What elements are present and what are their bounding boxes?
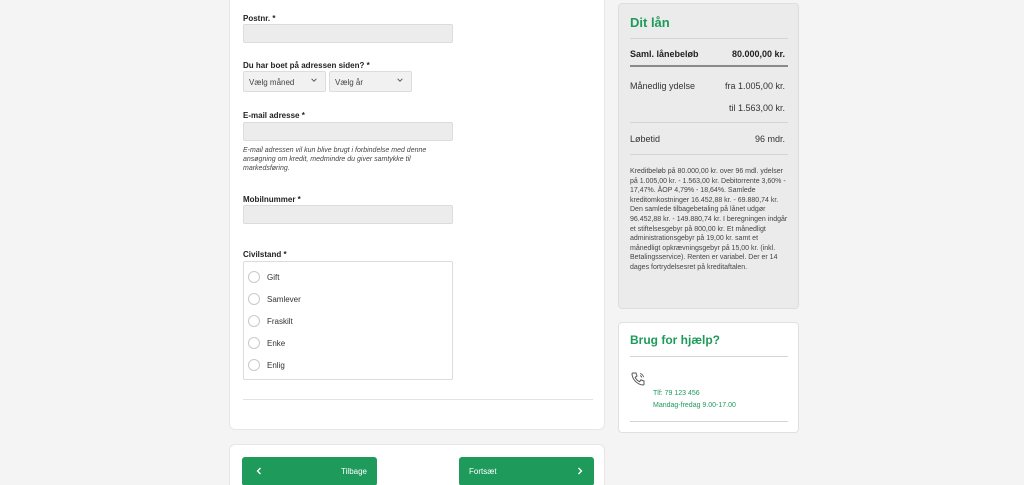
help-opening-hours: Mandag-fredag 9.00-17.00: [653, 402, 736, 409]
month-select[interactable]: Vælg måned: [243, 71, 326, 92]
help-title: Brug for hjælp?: [630, 333, 720, 347]
divider: [630, 421, 788, 422]
radio-option-enke[interactable]: Enke: [248, 336, 285, 350]
chevron-right-icon: [578, 467, 583, 475]
year-select[interactable]: Vælg år: [329, 71, 412, 92]
radio-option-label: Samlever: [267, 294, 301, 304]
help-card: Brug for hjælp? Tlf: 79 123 456 Mandag-f…: [618, 322, 799, 433]
legal-disclosure-text: Kreditbeløb på 80.000,00 kr. over 96 mdl…: [630, 168, 788, 271]
email-input[interactable]: [243, 122, 453, 141]
application-form-card: Postnr. * Du har boet på adressen siden?…: [229, 0, 605, 430]
chevron-left-icon: [256, 467, 261, 475]
mobile-label: Mobilnummer *: [243, 195, 301, 204]
email-label: E-mail adresse *: [243, 111, 305, 120]
form-divider: [243, 399, 593, 400]
monthly-payment-to: til 1.563,00 kr.: [728, 103, 785, 113]
year-select-value: Vælg år: [335, 78, 364, 87]
radio-option-gift[interactable]: Gift: [248, 270, 279, 284]
divider: [630, 38, 788, 39]
radio-option-fraskilt[interactable]: Fraskilt: [248, 314, 293, 328]
radio-circle[interactable]: [248, 271, 260, 283]
help-phone-link[interactable]: Tlf: 79 123 456: [653, 390, 700, 397]
month-select-value: Vælg måned: [249, 78, 295, 87]
term-value: 96 mdr.: [754, 134, 785, 144]
monthly-payment-label: Månedlig ydelse: [630, 81, 696, 91]
civil-status-label: Civilstand *: [243, 250, 287, 259]
radio-circle[interactable]: [248, 315, 260, 327]
chevron-down-icon: [397, 78, 403, 82]
navigation-card: Tilbage Fortsæt: [229, 444, 605, 485]
radio-option-label: Gift: [267, 272, 280, 282]
chevron-down-icon: [311, 78, 317, 82]
radio-circle[interactable]: [248, 359, 260, 371]
back-button-label: Tilbage: [341, 467, 367, 476]
continue-button[interactable]: Fortsæt: [459, 457, 594, 485]
radio-option-enlig[interactable]: Enlig: [248, 358, 285, 372]
postnr-label: Postnr. *: [243, 14, 276, 23]
total-amount-value: 80.000,00 kr.: [731, 49, 785, 59]
radio-circle[interactable]: [248, 337, 260, 349]
radio-option-label: Fraskilt: [267, 316, 293, 326]
phone-icon: [631, 372, 645, 386]
divider: [630, 154, 788, 155]
civil-status-group: Gift Samlever Fraskilt Enke Enlig: [243, 261, 453, 380]
back-button[interactable]: Tilbage: [242, 457, 377, 485]
continue-button-label: Fortsæt: [469, 467, 497, 476]
radio-option-label: Enke: [267, 338, 286, 348]
total-amount-label: Saml. lånebeløb: [630, 49, 699, 59]
term-label: Løbetid: [630, 134, 661, 144]
radio-option-samlever[interactable]: Samlever: [248, 292, 301, 306]
radio-option-label: Enlig: [267, 360, 285, 370]
address-since-label: Du har boet på adressen siden? *: [243, 61, 370, 70]
divider: [630, 356, 788, 357]
email-help-text: E-mail adressen vil kun blive brugt i fo…: [243, 147, 427, 172]
mobile-input[interactable]: [243, 205, 453, 224]
radio-circle[interactable]: [248, 293, 260, 305]
postnr-input[interactable]: [243, 24, 453, 43]
loan-title: Dit lån: [630, 15, 670, 30]
loan-summary-card: Dit lån Saml. lånebeløb 80.000,00 kr. Må…: [618, 3, 799, 309]
divider: [630, 65, 788, 67]
divider: [630, 122, 788, 123]
monthly-payment-from: fra 1.005,00 kr.: [724, 81, 785, 91]
